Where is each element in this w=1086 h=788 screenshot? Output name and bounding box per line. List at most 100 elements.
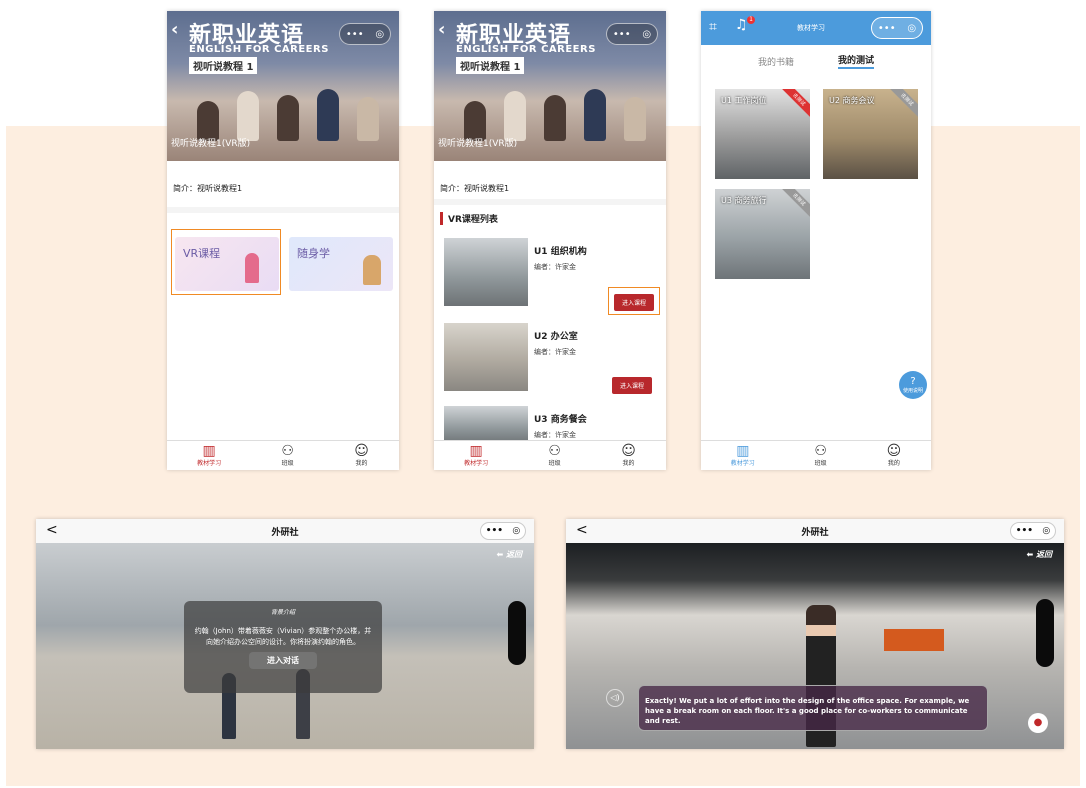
back-icon[interactable]: ‹ <box>171 19 178 40</box>
phone-book-home: ‹ 新职业英语 ENGLISH FOR CAREERS 视听说教程 1 ••• ◎… <box>167 11 399 470</box>
tab-class[interactable]: ⚇ 班级 <box>281 444 294 467</box>
tab-my-books[interactable]: 我的书籍 <box>758 47 794 75</box>
tab-mine[interactable]: ☺ 我的 <box>887 444 902 467</box>
group-icon: ⚇ <box>548 443 561 459</box>
close-target-icon[interactable]: ◎ <box>375 29 384 40</box>
test-ribbon: 去测试 <box>886 89 918 121</box>
section-title: VR课程列表 <box>440 212 498 225</box>
close-target-icon[interactable]: ◎ <box>512 526 520 536</box>
test-ribbon: 去测试 <box>778 189 810 221</box>
side-control[interactable] <box>508 601 526 665</box>
enter-course-button[interactable]: 进入课程 <box>612 377 653 394</box>
course-editor: 编者：许家金 <box>534 348 576 356</box>
test-card-label: U2 商务会议 <box>829 96 875 105</box>
test-tabs: 我的书籍 我的测试 <box>701 47 931 75</box>
side-control[interactable] <box>1036 599 1054 667</box>
top-bar: ⌗ ♫ 1 教材学习 ••• ◎ <box>701 11 931 45</box>
return-button[interactable]: ⬅ 返回 <box>1027 549 1053 560</box>
test-card[interactable]: U2 商务会议 去测试 <box>823 89 918 179</box>
tab-textbook[interactable]: ▥ 教材学习 <box>464 444 488 467</box>
book-hero: ‹ 新职业英语 ENGLISH FOR CAREERS 视听说教程 1 ••• ◎… <box>167 11 399 161</box>
phone-course-list: ‹ 新职业英语 ENGLISH FOR CAREERS 视听说教程 1 ••• ◎… <box>434 11 666 470</box>
vr-intro-screen: < 外研社 ••• ◎ ⬅ 返回 背景介绍 约翰（John）带着薇薇安（Vivia… <box>36 519 534 749</box>
tab-textbook[interactable]: ▥ 教材学习 <box>731 444 755 467</box>
intro-modal: 背景介绍 约翰（John）带着薇薇安（Vivian）参观整个办公楼，并向她介绍办… <box>184 601 382 693</box>
back-icon[interactable]: ‹ <box>438 19 445 40</box>
course-name: U3 商务餐会 <box>534 415 587 425</box>
modal-title: 背景介绍 <box>270 609 295 616</box>
close-target-icon[interactable]: ◎ <box>1042 526 1050 536</box>
tab-textbook[interactable]: ▥ 教材学习 <box>197 444 221 467</box>
intro-text: 简介：视听说教程1 <box>173 184 243 193</box>
book-label: 视听说教程1(VR版) <box>438 139 518 149</box>
course-editor: 编者：许家金 <box>534 263 576 271</box>
tab-my-tests[interactable]: 我的测试 <box>838 47 875 69</box>
course-name: U1 组织机构 <box>534 247 587 257</box>
more-icon[interactable]: ••• <box>346 29 364 40</box>
capsule-menu[interactable]: ••• ◎ <box>339 23 391 45</box>
divider <box>167 207 399 213</box>
reading-illustration-icon <box>363 255 381 285</box>
return-button[interactable]: ⬅ 返回 <box>497 549 523 560</box>
book-title-en: ENGLISH FOR CAREERS <box>189 44 329 55</box>
capsule-menu[interactable]: ••• ◎ <box>871 17 923 39</box>
course-thumbnail <box>444 238 528 306</box>
test-card-label: U3 商务旅行 <box>721 196 767 205</box>
highlight-box <box>171 229 281 295</box>
course-name: U2 办公室 <box>534 332 578 342</box>
user-icon: ☺ <box>354 443 369 459</box>
top-bar-title: 教材学习 <box>797 24 825 32</box>
scan-icon[interactable]: ⌗ <box>709 19 717 35</box>
more-icon[interactable]: ••• <box>486 526 503 536</box>
more-icon[interactable]: ••• <box>613 29 631 40</box>
course-editor: 编者：许家金 <box>534 431 576 439</box>
user-icon: ☺ <box>886 443 902 459</box>
people-photo <box>434 81 666 141</box>
orange-wall <box>884 629 944 651</box>
close-target-icon[interactable]: ◎ <box>907 23 916 34</box>
tab-mine[interactable]: ☺ 我的 <box>354 444 369 467</box>
test-card[interactable]: U3 商务旅行 去测试 <box>715 189 810 279</box>
phone-my-tests: ⌗ ♫ 1 教材学习 ••• ◎ 我的书籍 我的测试 U1 工作岗位 去测试 U2… <box>701 11 931 470</box>
people-photo <box>167 81 399 141</box>
group-icon: ⚇ <box>281 443 294 459</box>
mobile-learn-card[interactable]: 随身学 <box>289 237 393 291</box>
capsule-menu[interactable]: ••• ◎ <box>1010 522 1056 540</box>
capsule-menu[interactable]: ••• ◎ <box>606 23 658 45</box>
book-label: 视听说教程1(VR版) <box>171 139 251 149</box>
vr-top-bar: < 外研社 ••• ◎ <box>36 519 534 543</box>
book-title-en: ENGLISH FOR CAREERS <box>456 44 596 55</box>
tab-class[interactable]: ⚇ 班级 <box>548 444 561 467</box>
group-icon: ⚇ <box>814 443 827 459</box>
help-button[interactable]: ? 使用说明 <box>899 371 927 399</box>
capsule-menu[interactable]: ••• ◎ <box>480 522 526 540</box>
microphone-icon[interactable]: ● <box>1028 713 1048 733</box>
modal-body: 约翰（John）带着薇薇安（Vivian）参观整个办公楼，并向她介绍办公空间的设… <box>194 627 372 646</box>
book-icon: ▥ <box>202 443 216 459</box>
bell-icon[interactable]: ♫ <box>735 17 748 33</box>
book-icon: ▥ <box>469 443 483 459</box>
test-card[interactable]: U1 工作岗位 去测试 <box>715 89 810 179</box>
mobile-learn-label: 随身学 <box>297 247 330 260</box>
vr-top-bar: < 外研社 ••• ◎ <box>566 519 1064 543</box>
vr-title: 外研社 <box>801 528 829 538</box>
test-card-label: U1 工作岗位 <box>721 96 767 105</box>
tab-bar: ▥ 教材学习 ⚇ 班级 ☺ 我的 <box>701 440 931 470</box>
tab-bar: ▥ 教材学习 ⚇ 班级 ☺ 我的 <box>434 440 666 470</box>
tab-mine[interactable]: ☺ 我的 <box>621 444 636 467</box>
more-icon[interactable]: ••• <box>1016 526 1033 536</box>
notification-badge: 1 <box>747 16 755 24</box>
intro-text: 简介：视听说教程1 <box>440 184 510 193</box>
book-hero: ‹ 新职业英语 ENGLISH FOR CAREERS 视听说教程 1 ••• ◎… <box>434 11 666 161</box>
vr-title: 外研社 <box>271 528 299 538</box>
tab-class[interactable]: ⚇ 班级 <box>814 444 827 467</box>
highlight-box <box>608 287 660 315</box>
test-ribbon: 去测试 <box>778 89 810 121</box>
book-icon: ▥ <box>736 443 750 459</box>
user-icon: ☺ <box>621 443 636 459</box>
enter-dialogue-button[interactable]: 进入对话 <box>249 652 317 669</box>
course-tag: 视听说教程 1 <box>189 57 258 74</box>
close-target-icon[interactable]: ◎ <box>642 29 651 40</box>
speaker-icon[interactable]: ◁) <box>606 689 624 707</box>
more-icon[interactable]: ••• <box>878 23 896 34</box>
